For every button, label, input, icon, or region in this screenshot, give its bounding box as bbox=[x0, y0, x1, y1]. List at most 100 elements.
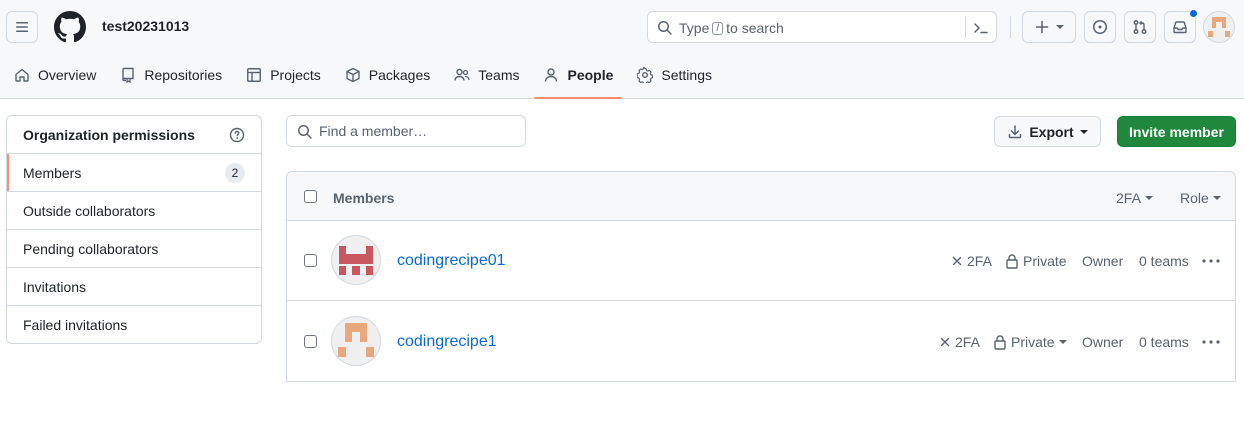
app-header: test20231013 Type / to search Overview R… bbox=[0, 0, 1244, 99]
member-search-input[interactable] bbox=[319, 116, 519, 146]
invite-member-button[interactable]: Invite member bbox=[1117, 116, 1236, 147]
visibility-dropdown[interactable]: Private bbox=[993, 334, 1067, 350]
tab-packages[interactable]: Packages bbox=[336, 54, 439, 96]
search-placeholder: Type / to search bbox=[679, 20, 784, 36]
lock-icon bbox=[1006, 254, 1018, 269]
git-pull-request-icon bbox=[1133, 20, 1147, 34]
member-role: Owner bbox=[1082, 334, 1124, 350]
twofa-status: 2FA bbox=[951, 253, 992, 269]
invite-label: Invite member bbox=[1129, 123, 1224, 140]
avatar[interactable] bbox=[331, 316, 381, 366]
org-name[interactable]: test20231013 bbox=[102, 18, 189, 34]
x-icon bbox=[940, 337, 950, 347]
tab-label: Settings bbox=[661, 67, 712, 83]
kebab-horizontal-icon[interactable] bbox=[1202, 259, 1220, 263]
notification-dot bbox=[1189, 9, 1198, 18]
chevron-down-icon bbox=[1056, 25, 1064, 29]
tab-settings[interactable]: Settings bbox=[628, 54, 721, 96]
chevron-down-icon bbox=[1144, 196, 1153, 200]
tab-overview[interactable]: Overview bbox=[0, 54, 105, 96]
filter-2fa-dropdown[interactable]: 2FA bbox=[1116, 190, 1153, 206]
sidebar-item-failed-invitations[interactable]: Failed invitations bbox=[7, 306, 261, 343]
tab-label: Overview bbox=[38, 67, 97, 83]
search-prefix: Type bbox=[679, 20, 710, 36]
row-checkbox[interactable] bbox=[304, 335, 317, 348]
sidebar-item-pending-collaborators[interactable]: Pending collaborators bbox=[7, 230, 261, 268]
members-header-title: Members bbox=[333, 190, 395, 206]
inbox-button[interactable] bbox=[1164, 9, 1198, 43]
sidebar-item-label: Members bbox=[23, 164, 82, 181]
export-button[interactable]: Export bbox=[994, 116, 1101, 147]
member-search bbox=[286, 115, 526, 147]
tab-label: Projects bbox=[270, 67, 321, 83]
menu-button[interactable] bbox=[6, 11, 38, 43]
global-search[interactable]: Type / to search bbox=[647, 11, 997, 43]
member-role: Owner bbox=[1082, 253, 1124, 269]
members-table: Members 2FA Role codingrecipe01 2FA Priv… bbox=[286, 171, 1236, 382]
tab-people[interactable]: People bbox=[534, 54, 623, 99]
twofa-label: 2FA bbox=[967, 253, 992, 269]
sidebar-header: Organization permissions bbox=[7, 116, 261, 154]
issue-opened-icon bbox=[1093, 20, 1107, 34]
table-icon bbox=[247, 68, 262, 82]
identicon-icon bbox=[339, 246, 373, 275]
filter-2fa-label: 2FA bbox=[1116, 190, 1141, 206]
kebab-horizontal-icon[interactable] bbox=[1202, 340, 1220, 344]
chevron-down-icon bbox=[1079, 129, 1088, 134]
identicon-icon bbox=[1208, 17, 1230, 37]
filter-role-label: Role bbox=[1180, 190, 1209, 206]
tab-label: Packages bbox=[368, 67, 431, 83]
search-suffix: to search bbox=[726, 20, 784, 36]
search-icon bbox=[298, 125, 312, 139]
member-username-link[interactable]: codingrecipe01 bbox=[397, 252, 506, 270]
chevron-down-icon bbox=[1212, 196, 1221, 200]
visibility-label: Private bbox=[1011, 334, 1055, 350]
search-icon bbox=[658, 21, 672, 35]
identicon-icon bbox=[338, 323, 374, 357]
github-logo-icon[interactable] bbox=[54, 11, 86, 43]
hamburger-icon bbox=[16, 22, 28, 32]
gear-icon bbox=[637, 67, 654, 83]
sidebar-item-invitations[interactable]: Invitations bbox=[7, 268, 261, 306]
members-table-header: Members 2FA Role bbox=[287, 172, 1235, 221]
sidebar-item-label: Invitations bbox=[23, 278, 87, 295]
tab-label: People bbox=[567, 67, 614, 83]
sidebar-item-label: Failed invitations bbox=[23, 317, 128, 333]
export-label: Export bbox=[1029, 123, 1074, 140]
members-count-badge: 2 bbox=[225, 162, 245, 183]
plus-icon bbox=[1035, 20, 1049, 34]
select-all-checkbox[interactable] bbox=[304, 190, 317, 203]
package-icon bbox=[346, 67, 360, 83]
sidebar-item-label: Outside collaborators bbox=[23, 202, 156, 219]
tab-repositories[interactable]: Repositories bbox=[111, 54, 231, 96]
org-nav-tabs: Overview Repositories Projects Packages … bbox=[0, 54, 721, 99]
pull-requests-button[interactable] bbox=[1124, 11, 1156, 43]
table-row: codingrecipe1 2FA Private Owner 0 teams bbox=[287, 302, 1235, 382]
issues-button[interactable] bbox=[1084, 11, 1116, 43]
tab-teams[interactable]: Teams bbox=[445, 54, 528, 96]
question-icon[interactable] bbox=[229, 127, 245, 143]
person-icon bbox=[545, 68, 558, 82]
download-icon bbox=[1009, 124, 1022, 138]
row-checkbox[interactable] bbox=[304, 254, 317, 267]
sidebar-item-members[interactable]: Members 2 bbox=[7, 154, 261, 192]
search-shortcut-key: / bbox=[712, 21, 724, 35]
sidebar-item-outside-collaborators[interactable]: Outside collaborators bbox=[7, 192, 261, 230]
avatar[interactable] bbox=[331, 235, 381, 285]
tab-label: Repositories bbox=[144, 67, 223, 83]
people-icon bbox=[454, 68, 470, 81]
member-teams[interactable]: 0 teams bbox=[1139, 334, 1189, 350]
twofa-status: 2FA bbox=[939, 334, 980, 350]
create-new-button[interactable] bbox=[1022, 11, 1076, 43]
home-icon bbox=[15, 68, 29, 82]
command-palette-icon[interactable] bbox=[973, 20, 989, 36]
filter-role-dropdown[interactable]: Role bbox=[1180, 190, 1221, 206]
member-teams[interactable]: 0 teams bbox=[1139, 253, 1189, 269]
tab-label: Teams bbox=[478, 67, 520, 83]
user-avatar[interactable] bbox=[1203, 11, 1235, 43]
search-divider bbox=[965, 16, 966, 38]
table-row: codingrecipe01 2FA Private Owner 0 teams bbox=[287, 221, 1235, 301]
tab-projects[interactable]: Projects bbox=[237, 54, 330, 96]
sidebar-item-label: Pending collaborators bbox=[23, 240, 159, 257]
member-username-link[interactable]: codingrecipe1 bbox=[397, 333, 497, 351]
